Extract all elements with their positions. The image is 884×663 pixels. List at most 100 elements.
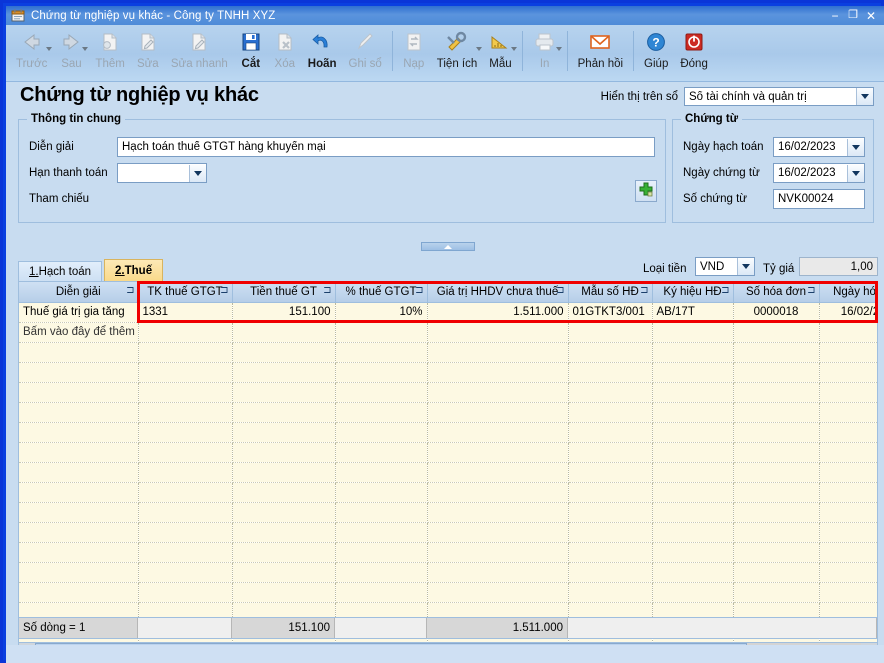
general-info-legend: Thông tin chung [27, 113, 126, 125]
table-row-blank[interactable] [19, 582, 877, 603]
blank-cell [335, 342, 428, 363]
add-new-cell[interactable] [733, 322, 820, 343]
pin-icon[interactable]: ⊐ [126, 286, 134, 296]
toolbar-button-phan-hoi[interactable]: Phản hồi [572, 25, 629, 80]
currency-type-combobox[interactable]: VND [695, 257, 755, 276]
table-row-blank[interactable] [19, 502, 877, 523]
table-row-blank[interactable] [19, 362, 877, 383]
toolbar-button-ghi-so[interactable]: Ghi sổ [343, 25, 388, 80]
general-info-group: Thông tin chung Diễn giải Hạch toán thuế… [18, 113, 666, 223]
maximize-button[interactable]: ❐ [844, 7, 862, 24]
column-header-label: Ký hiệu HĐ [663, 285, 722, 298]
table-row-blank[interactable] [19, 482, 877, 503]
add-new-cell[interactable] [232, 322, 336, 343]
add-new-row[interactable]: Bấm vào đây để thêm mới [19, 322, 877, 343]
toolbar-button-them[interactable]: Thêm [89, 25, 130, 80]
cell-so-hoa-don[interactable]: 0000018 [733, 302, 820, 323]
chevron-down-icon[interactable] [555, 47, 562, 51]
add-new-cell[interactable] [819, 322, 877, 343]
add-new-cell[interactable] [138, 322, 233, 343]
description-input[interactable]: Hạch toán thuế GTGT hàng khuyến mại [117, 137, 655, 157]
chevron-down-icon[interactable] [476, 47, 483, 51]
toolbar-button-dong[interactable]: Đóng [674, 25, 714, 80]
add-new-cell[interactable] [568, 322, 653, 343]
close-button[interactable]: ✕ [862, 7, 880, 24]
toolbar-button-sua[interactable]: Sửa [131, 25, 165, 80]
blank-cell [19, 522, 139, 543]
chevron-down-icon[interactable] [847, 164, 864, 182]
toolbar-button-sua-nhanh[interactable]: Sửa nhanh [165, 25, 234, 80]
column-header-tk-thue-gtgt[interactable]: TK thuế GTGT ⊐ [138, 282, 233, 303]
reference-add-button[interactable] [635, 180, 657, 202]
tax-detail-grid[interactable]: Diễn giải ⊐ TK thuế GTGT ⊐ Tiền thuế GT … [18, 281, 878, 645]
cell-gia-tri-hhdv-chua-thue[interactable]: 1.511.000 [427, 302, 569, 323]
minimize-button[interactable]: − [826, 7, 844, 24]
cell-ngay-hoa-don[interactable]: 16/02/2017 [819, 302, 877, 323]
show-on-ledger-select[interactable]: Sổ tài chính và quản trị [684, 87, 874, 106]
voucher-date-combobox[interactable]: 16/02/2023 [773, 163, 865, 183]
toolbar-separator [521, 31, 523, 71]
cell-mau-so-hd[interactable]: 01GTKT3/001 [568, 302, 653, 323]
pin-icon[interactable]: ⊐ [415, 286, 423, 296]
chevron-down-icon[interactable] [847, 138, 864, 156]
table-row-blank[interactable] [19, 562, 877, 583]
table-row-blank[interactable] [19, 462, 877, 483]
column-header-dien-giai[interactable]: Diễn giải ⊐ [19, 282, 139, 303]
cell-phan-tram-thue-gtgt[interactable]: 10% [335, 302, 428, 323]
tax-detail-table: Diễn giải ⊐ TK thuế GTGT ⊐ Tiền thuế GT … [19, 282, 877, 643]
chevron-down-icon[interactable] [82, 47, 89, 51]
cell-ky-hieu-hd[interactable]: AB/17T [652, 302, 734, 323]
toolbar-button-tien-ich[interactable]: Tiện ích [431, 25, 483, 80]
tab-hach-toan[interactable]: 1. Hạch toán [18, 261, 103, 281]
table-row-blank[interactable] [19, 422, 877, 443]
table-row-blank[interactable] [19, 382, 877, 403]
chevron-down-icon[interactable] [737, 258, 754, 275]
table-row-blank[interactable] [19, 442, 877, 463]
pin-icon[interactable]: ⊐ [721, 286, 729, 296]
cell-tien-thue-gt[interactable]: 151.100 [232, 302, 336, 323]
pin-icon[interactable]: ⊐ [640, 286, 648, 296]
toolbar-button-cat[interactable]: Cắt [234, 25, 268, 80]
add-new-cell[interactable] [652, 322, 734, 343]
due-date-combobox[interactable] [117, 163, 207, 183]
table-row[interactable]: Thuế giá trị gia tăng 1331 151.100 10% 1… [19, 302, 877, 323]
toolbar-button-hoan[interactable]: Hoãn [302, 25, 343, 80]
pin-icon[interactable]: ⊐ [556, 286, 564, 296]
tab-thue[interactable]: 2. Thuế [104, 259, 164, 281]
table-row-blank[interactable] [19, 342, 877, 363]
blank-cell [427, 582, 569, 603]
column-header-so-hoa-don[interactable]: Số hóa đơn ⊐ [733, 282, 820, 303]
posting-date-combobox[interactable]: 16/02/2023 [773, 137, 865, 157]
column-header-gia-tri-hhdv-chua-thue[interactable]: Giá trị HHDV chưa thuế ⊐ [427, 282, 569, 303]
column-header-mau-so-hd[interactable]: Mẫu số HĐ ⊐ [568, 282, 653, 303]
toolbar-button-xoa[interactable]: Xóa [268, 25, 302, 80]
table-row-blank[interactable] [19, 522, 877, 543]
add-new-cell[interactable] [335, 322, 428, 343]
chevron-down-icon[interactable] [46, 47, 53, 51]
toolbar-button-in[interactable]: In [527, 25, 563, 80]
add-new-hint[interactable]: Bấm vào đây để thêm mới [19, 322, 139, 343]
chevron-down-icon[interactable] [856, 88, 873, 105]
chevron-down-icon[interactable] [189, 164, 206, 182]
table-row-blank[interactable] [19, 542, 877, 563]
column-header-phan-tram-thue-gtgt[interactable]: % thuế GTGT ⊐ [335, 282, 428, 303]
pin-icon[interactable]: ⊐ [807, 286, 815, 296]
pin-icon[interactable]: ⊐ [323, 286, 331, 296]
panel-splitter-handle[interactable] [421, 242, 475, 251]
voucher-no-input[interactable]: NVK00024 [773, 189, 865, 209]
column-header-ngay-hoa-don[interactable]: Ngày hóa đơn ⊐ [819, 282, 877, 303]
add-new-cell[interactable] [427, 322, 569, 343]
pin-icon[interactable]: ⊐ [220, 286, 228, 296]
toolbar-button-mau[interactable]: Mẫu [483, 25, 517, 80]
cell-dien-giai[interactable]: Thuế giá trị gia tăng [19, 302, 139, 323]
toolbar-button-nap[interactable]: Nạp [397, 25, 431, 80]
toolbar-button-giup[interactable]: ? Giúp [638, 25, 674, 80]
toolbar-button-truoc[interactable]: Trước [10, 25, 53, 80]
toolbar-button-sau[interactable]: Sau [53, 25, 89, 80]
cell-tk-thue-gtgt[interactable]: 1331 [138, 302, 233, 323]
blank-cell [335, 582, 428, 603]
column-header-tien-thue-gt[interactable]: Tiền thuế GT ⊐ [232, 282, 336, 303]
chevron-down-icon[interactable] [510, 47, 517, 51]
table-row-blank[interactable] [19, 402, 877, 423]
column-header-ky-hieu-hd[interactable]: Ký hiệu HĐ ⊐ [652, 282, 734, 303]
